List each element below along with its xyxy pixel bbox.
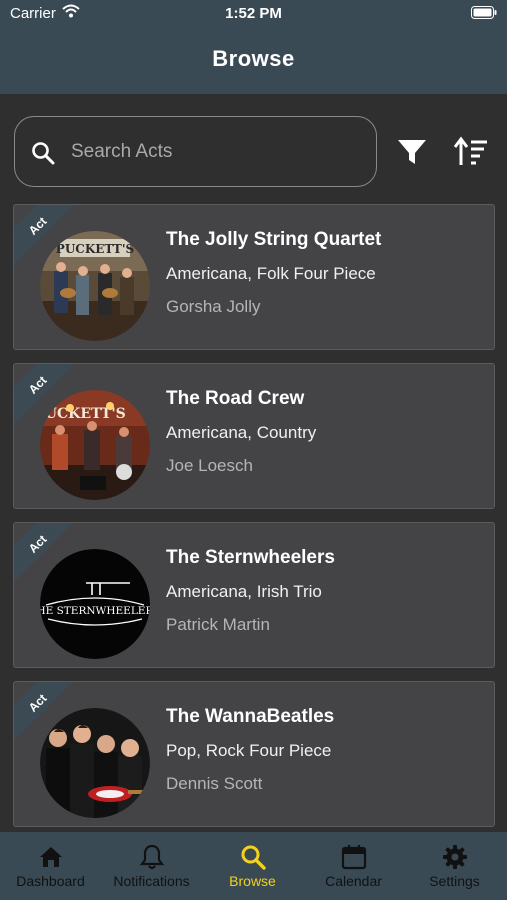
tab-settings[interactable]: Settings bbox=[404, 832, 505, 900]
act-contact: Gorsha Jolly bbox=[166, 297, 261, 316]
tab-notifications[interactable]: Notifications bbox=[101, 832, 202, 900]
search-icon bbox=[241, 845, 266, 870]
tab-label: Browse bbox=[229, 873, 276, 889]
tab-label: Calendar bbox=[325, 873, 382, 889]
act-logo: THE STERNWHEELERS bbox=[40, 549, 150, 659]
status-bar: Carrier 1:52 PM bbox=[0, 0, 507, 28]
status-time: 1:52 PM bbox=[225, 5, 282, 22]
act-title: The Road Crew bbox=[166, 388, 305, 409]
page-title: Browse bbox=[212, 46, 295, 71]
act-genre: Americana, Folk Four Piece bbox=[166, 264, 376, 283]
home-icon bbox=[40, 847, 62, 867]
tab-browse[interactable]: Browse bbox=[202, 832, 303, 900]
act-card[interactable]: Act THE STERNWHEELERS The Sternwheelers … bbox=[13, 522, 495, 668]
search-input[interactable] bbox=[71, 137, 361, 167]
act-genre: Pop, Rock Four Piece bbox=[166, 741, 332, 760]
bell-icon bbox=[139, 844, 165, 870]
sort-icon[interactable] bbox=[454, 136, 488, 168]
act-card[interactable]: Act PUCKETT'S The Road Crew Americana, C… bbox=[13, 363, 495, 509]
act-genre: Americana, Country bbox=[166, 423, 317, 442]
act-contact: Dennis Scott bbox=[166, 774, 263, 793]
act-card[interactable]: Act PUCKETT'S The Jolly String Quartet A… bbox=[13, 204, 495, 350]
logo-text: THE STERNWHEELERS bbox=[40, 605, 150, 617]
tab-bar: Dashboard Notifications Browse Calendar bbox=[0, 832, 507, 900]
tab-label: Dashboard bbox=[16, 873, 85, 889]
search-box[interactable] bbox=[14, 116, 377, 187]
tab-calendar[interactable]: Calendar bbox=[303, 832, 404, 900]
act-photo: PUCKETT'S bbox=[40, 231, 150, 341]
act-photo: PUCKETT'S bbox=[40, 390, 150, 500]
search-icon bbox=[32, 142, 55, 165]
act-title: The Sternwheelers bbox=[166, 547, 335, 568]
gear-icon bbox=[443, 845, 467, 869]
act-photo bbox=[40, 708, 150, 818]
battery-icon bbox=[471, 6, 497, 19]
act-genre: Americana, Irish Trio bbox=[166, 582, 322, 601]
sign-text: PUCKETT'S bbox=[56, 242, 134, 256]
tab-dashboard[interactable]: Dashboard bbox=[0, 832, 101, 900]
act-contact: Joe Loesch bbox=[166, 456, 253, 475]
tab-label: Notifications bbox=[113, 873, 190, 889]
header: Carrier 1:52 PM Browse bbox=[0, 0, 507, 94]
tab-label: Settings bbox=[429, 873, 480, 889]
calendar-icon bbox=[341, 845, 367, 870]
act-title: The Jolly String Quartet bbox=[166, 229, 382, 250]
act-contact: Patrick Martin bbox=[166, 615, 270, 634]
act-title: The WannaBeatles bbox=[166, 706, 335, 727]
filter-icon[interactable] bbox=[396, 136, 428, 168]
act-card[interactable]: Act The WannaBeatles Pop, Rock Four Piec… bbox=[13, 681, 495, 827]
